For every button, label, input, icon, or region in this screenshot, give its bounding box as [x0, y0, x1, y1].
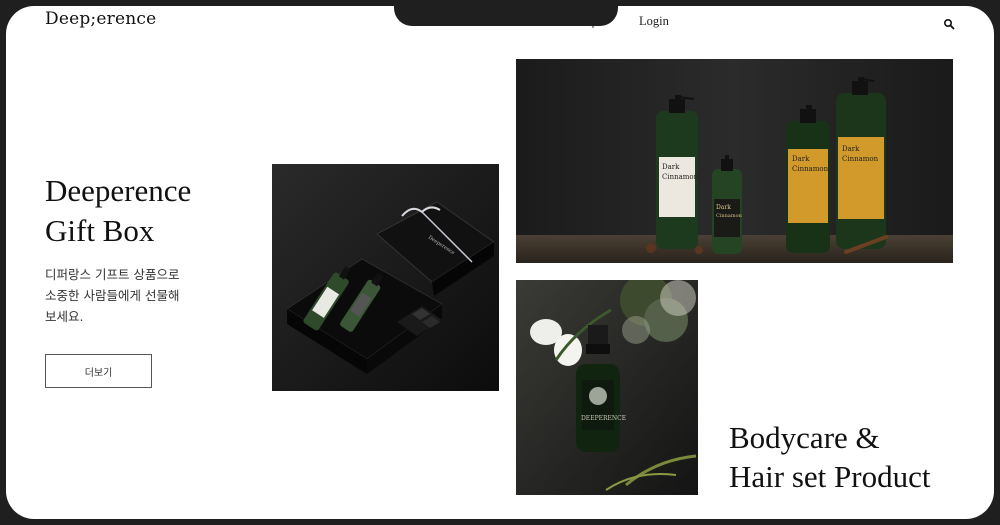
gift-box-title-line1: Deeperence — [45, 173, 192, 208]
gift-box-description: 디퍼랑스 기프트 상품으로 소중한 사람들에게 선물해 보세요. — [45, 264, 215, 327]
gift-box-title-line2: Gift Box — [45, 213, 155, 248]
page-frame: Deep;erence Brand Products Shops Login D… — [6, 6, 994, 519]
gift-box-desc-line1: 디퍼랑스 기프트 상품으로 — [45, 267, 180, 282]
bodycare-title-line1: Bodycare & — [729, 420, 880, 455]
gift-box-desc-line3: 보세요. — [45, 309, 84, 324]
bottle1-name-line2: Cinnamon — [662, 173, 699, 181]
bottle3-name-line1: Dark — [792, 155, 810, 163]
bottle4-name-line1: Dark — [842, 145, 860, 153]
search-icon[interactable] — [943, 15, 955, 30]
bottle2-name-line1: Dark — [716, 204, 731, 211]
gift-box-image[interactable]: Deeperence — [272, 164, 499, 391]
spray-label-text: DEEPERENCE — [581, 415, 626, 422]
device-notch — [394, 6, 618, 26]
gift-box-title: Deeperence Gift Box — [45, 171, 191, 251]
bottle4-name-line2: Cinnamon — [842, 155, 879, 163]
bottle2-name-line2: Cinnamon — [716, 213, 743, 219]
bodycare-title-line2: Hair set Product — [729, 459, 931, 494]
bottle1-name-line1: Dark — [662, 163, 680, 171]
nav-login[interactable]: Login — [639, 14, 669, 29]
product-bottles-image[interactable]: Dark Cinnamon Dark Cinnamon Dark Cinnamo… — [516, 59, 953, 263]
more-button[interactable]: 더보기 — [45, 354, 152, 388]
spray-bottle-image[interactable]: DEEPERENCE — [516, 280, 698, 495]
gift-box-desc-line2: 소중한 사람들에게 선물해 — [45, 288, 180, 303]
bodycare-title: Bodycare & Hair set Product — [729, 418, 930, 496]
bottle3-name-line2: Cinnamon — [792, 165, 829, 173]
